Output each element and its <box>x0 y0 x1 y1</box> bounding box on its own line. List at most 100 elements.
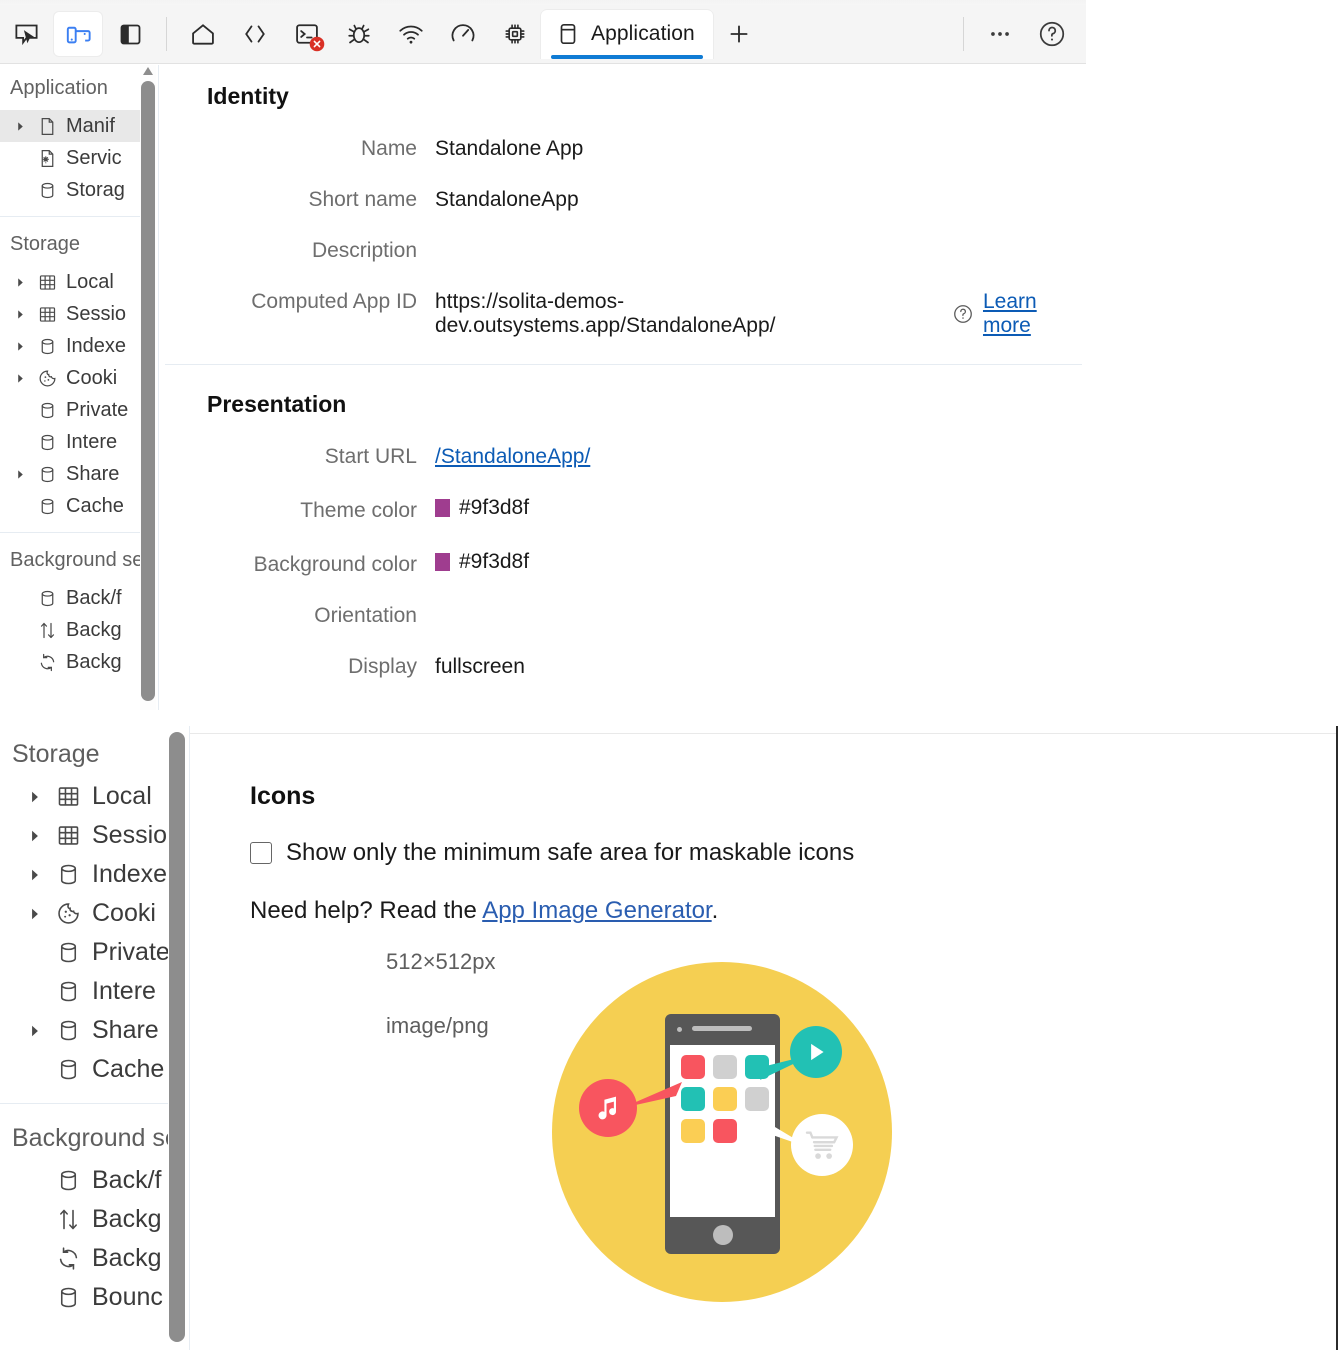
sidebar-item-cooki[interactable]: Cooki <box>0 894 168 933</box>
maskable-safe-area-row[interactable]: Show only the minimum safe area for mask… <box>190 811 1336 867</box>
expand-arrow-icon[interactable] <box>12 373 28 384</box>
sidebar-item-label: Indexe <box>92 860 168 888</box>
dock-side-icon[interactable] <box>106 12 154 56</box>
tab-application[interactable]: Application <box>541 9 713 59</box>
sidebar-item-backg[interactable]: Backg <box>0 646 140 678</box>
sidebar-item-intere[interactable]: Intere <box>0 972 168 1011</box>
expand-arrow-icon[interactable] <box>26 907 44 921</box>
field-row: Theme color #9f3d8f <box>165 496 1086 523</box>
sidebar-item-backg[interactable]: Backg <box>0 1200 168 1239</box>
sidebar-item-label: Backg <box>92 1244 162 1272</box>
elements-icon[interactable] <box>231 12 279 56</box>
app-image-generator-link[interactable]: App Image Generator <box>482 897 711 924</box>
field-text: StandaloneApp <box>435 188 579 211</box>
sidebar-item-cooki[interactable]: Cooki <box>0 362 140 394</box>
bottom-sidebar-scrollbar[interactable] <box>168 726 186 1350</box>
expand-arrow-icon[interactable] <box>26 790 44 804</box>
sidebar-item-local[interactable]: Local <box>0 266 140 298</box>
database-icon <box>34 400 60 421</box>
maskable-safe-area-checkbox[interactable] <box>250 842 272 864</box>
presentation-section-title: Presentation <box>207 391 347 417</box>
sidebar-item-intere[interactable]: Intere <box>0 426 140 458</box>
inspect-element-icon[interactable] <box>2 12 50 56</box>
sidebar-item-sessio[interactable]: Sessio <box>0 298 140 330</box>
sidebar-item-manif[interactable]: Manif <box>0 110 140 142</box>
sidebar-item-label: Back/f <box>66 586 122 609</box>
need-help-text: Need help? Read the App Image Generator. <box>190 867 1336 925</box>
sidebar-item-label: Private <box>66 398 129 421</box>
table-icon <box>52 783 84 810</box>
sidebar-item-label: Bounc <box>92 1283 163 1311</box>
sidebar-item-storag[interactable]: Storag <box>0 174 140 206</box>
sidebar-section-title: Storage <box>10 233 81 255</box>
icon-dimensions: 512×512px <box>386 949 496 974</box>
device-emulation-icon[interactable] <box>54 12 102 56</box>
cookie-icon <box>34 368 60 389</box>
expand-arrow-icon[interactable] <box>12 469 28 480</box>
expand-arrow-icon[interactable] <box>12 277 28 288</box>
sidebar-item-label: Backg <box>66 618 122 641</box>
sidebar-item-label: Local <box>66 270 114 293</box>
performance-icon[interactable] <box>439 12 487 56</box>
sidebar-item-back-f[interactable]: Back/f <box>0 1161 168 1200</box>
field-value <box>435 239 441 263</box>
scrollbar-up-arrow-icon[interactable] <box>143 67 153 75</box>
sidebar-item-indexe[interactable]: Indexe <box>0 855 168 894</box>
sidebar-item-label: Sessio <box>66 302 127 325</box>
field-label: Name <box>360 137 417 160</box>
sidebar-item-share[interactable]: Share <box>0 458 140 490</box>
sidebar-item-bounc[interactable]: Bounc <box>0 1278 168 1317</box>
sidebar-item-label: Share <box>66 462 120 485</box>
sidebar-item-backg[interactable]: Backg <box>0 614 140 646</box>
table-icon <box>34 304 60 325</box>
expand-arrow-icon[interactable] <box>26 1024 44 1038</box>
add-tab-button[interactable] <box>715 12 763 56</box>
devtools-toolbar: Application <box>0 5 1086 64</box>
icons-section-title: Icons <box>250 782 316 810</box>
sidebar-section-divider <box>0 532 140 533</box>
field-label: Computed App ID <box>251 290 417 313</box>
sidebar-item-label: Cooki <box>92 899 156 927</box>
sidebar-item-label: Sessio <box>92 821 168 849</box>
expand-arrow-icon[interactable] <box>12 341 28 352</box>
field-row: Orientation <box>165 604 1086 628</box>
sidebar-item-indexe[interactable]: Indexe <box>0 330 140 362</box>
need-help-prefix: Need help? Read the <box>250 897 483 924</box>
sync-icon <box>52 1245 84 1272</box>
expand-arrow-icon[interactable] <box>12 309 28 320</box>
expand-arrow-icon[interactable] <box>12 121 28 132</box>
sidebar-item-share[interactable]: Share <box>0 1011 168 1050</box>
scrollbar-thumb[interactable] <box>141 81 155 701</box>
network-icon[interactable] <box>387 12 435 56</box>
sidebar-item-sessio[interactable]: Sessio <box>0 816 168 855</box>
manifest-details-pane: Identity Name Standalone App Short name Sta… <box>165 65 1086 710</box>
top-sidebar-scrollbar[interactable] <box>140 65 156 710</box>
bottom-scrollbar-thumb[interactable] <box>169 732 185 1342</box>
welcome-icon[interactable] <box>179 12 227 56</box>
debugger-icon[interactable] <box>335 12 383 56</box>
sidebar-item-private[interactable]: Private <box>0 933 168 972</box>
start-url-link[interactable]: /StandaloneApp/ <box>435 445 590 469</box>
sidebar-item-backg[interactable]: Backg <box>0 1239 168 1278</box>
help-icon[interactable] <box>1028 12 1076 56</box>
sidebar-item-back-f[interactable]: Back/f <box>0 582 140 614</box>
learn-more-link[interactable]: Learn more <box>983 290 1086 338</box>
more-options-icon[interactable] <box>976 12 1024 56</box>
sidebar-item-cache[interactable]: Cache <box>0 1050 168 1089</box>
bottom-panel-sidebar-tree[interactable]: Storage Local Sessio Indexe Cooki Private Inte… <box>0 726 168 1350</box>
play-icon <box>811 1043 824 1061</box>
help-circle-icon[interactable] <box>952 303 974 325</box>
memory-icon[interactable] <box>491 12 539 56</box>
field-row: Name Standalone App <box>165 137 1086 161</box>
sidebar-item-local[interactable]: Local <box>0 777 168 816</box>
field-value: Standalone App <box>435 137 583 161</box>
sidebar-item-servic[interactable]: Servic <box>0 142 140 174</box>
field-label: Orientation <box>314 604 417 627</box>
expand-arrow-icon[interactable] <box>26 868 44 882</box>
toolbar-tabs-group: Application <box>177 9 765 59</box>
sidebar-item-cache[interactable]: Cache <box>0 490 140 522</box>
top-panel-sidebar-tree[interactable]: Application Manif Servic Storag Storage Local… <box>0 65 140 710</box>
console-icon[interactable] <box>283 12 331 56</box>
expand-arrow-icon[interactable] <box>26 829 44 843</box>
sidebar-item-private[interactable]: Private <box>0 394 140 426</box>
